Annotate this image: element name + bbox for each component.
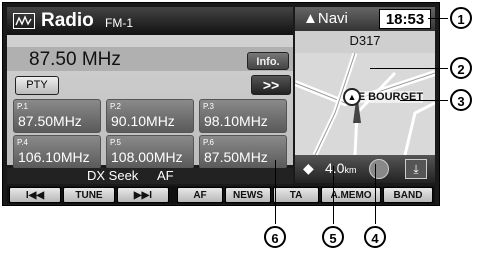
callout-4: 4 — [364, 226, 386, 248]
seek-back-button[interactable]: I◀◀ — [9, 187, 61, 203]
tune-button[interactable]: TUNE — [63, 187, 115, 203]
callout-5: 5 — [322, 226, 344, 248]
navi-arrow-icon: ▲ — [303, 10, 318, 27]
band-button[interactable]: BAND — [383, 187, 433, 203]
preset-button-2[interactable]: P.2 90.10MHz — [106, 99, 194, 133]
navi-title: ▲Navi — [303, 10, 348, 27]
preset-number: P.3 — [203, 102, 214, 111]
callout-line — [400, 100, 448, 101]
af-status: AF — [157, 168, 174, 183]
preset-number: P.4 — [17, 138, 28, 147]
preset-frequency: 87.50MHz — [18, 113, 82, 129]
seek-status-bar: DX Seek AF — [7, 168, 293, 184]
softkey-bar: I◀◀ TUNE ▶▶I AF NEWS TA A.MEMO BAND — [7, 186, 435, 204]
callout-6: 6 — [264, 226, 286, 248]
current-frequency: 87.50 MHz — [29, 49, 121, 70]
seek-mode: DX Seek — [87, 168, 139, 183]
next-page-button[interactable]: >> — [251, 75, 291, 95]
clock: 18:53 — [379, 9, 431, 29]
preset-number: P.2 — [110, 102, 121, 111]
preset-button-5[interactable]: P.5 108.00MHz — [106, 135, 194, 169]
distance-readout: 4.0km — [325, 160, 357, 176]
preset-button-4[interactable]: P.4 106.10MHz — [13, 135, 101, 169]
preset-number: P.6 — [203, 138, 214, 147]
preset-number: P.1 — [17, 102, 28, 111]
navi-footer: ◆ 4.0km ⤓ — [295, 155, 435, 183]
preset-frequency: 108.00MHz — [111, 149, 183, 165]
news-button[interactable]: NEWS — [225, 187, 271, 203]
callout-line — [428, 18, 448, 19]
callout-line — [275, 160, 276, 224]
preset-button-3[interactable]: P.3 98.10MHz — [199, 99, 287, 133]
info-button[interactable]: Info. — [247, 52, 289, 70]
place-name: LE BOURGET — [351, 91, 424, 103]
callout-line — [333, 166, 334, 224]
preset-frequency: 106.10MHz — [18, 149, 90, 165]
preset-frequency: 87.50MHz — [204, 149, 268, 165]
pty-button[interactable]: PTY — [15, 76, 59, 95]
callout-2: 2 — [450, 57, 472, 79]
compass-icon[interactable] — [369, 159, 389, 179]
download-icon[interactable]: ⤓ — [405, 159, 427, 179]
preset-frequency: 98.10MHz — [204, 113, 268, 129]
amemo-button[interactable]: A.MEMO — [321, 187, 381, 203]
frequency-bar: 87.50 MHz Info. — [7, 47, 293, 71]
radio-header: Radio FM-1 — [7, 7, 293, 35]
radio-panel: Radio FM-1 87.50 MHz Info. PTY >> P.1 87… — [7, 7, 293, 169]
preset-button-6[interactable]: P.6 87.50MHz — [199, 135, 287, 169]
radio-icon — [13, 13, 35, 29]
ta-button[interactable]: TA — [273, 187, 319, 203]
seek-forward-button[interactable]: ▶▶I — [117, 187, 169, 203]
radio-title: Radio — [41, 10, 94, 31]
vehicle-position-icon: ▲ — [343, 88, 361, 106]
callout-1: 1 — [450, 7, 472, 29]
preset-number: P.5 — [110, 138, 121, 147]
callout-line — [370, 68, 448, 69]
navi-header: ▲Navi 18:53 — [295, 7, 435, 31]
callout-line — [375, 164, 376, 224]
preset-button-1[interactable]: P.1 87.50MHz — [13, 99, 101, 133]
af-button[interactable]: AF — [177, 187, 223, 203]
navi-panel[interactable]: ▲Navi 18:53 D317 LE BOURGET ▲ ◆ 4.0km ⤓ — [295, 7, 435, 183]
next-turn-icon: ◆ — [303, 160, 314, 176]
radio-band: FM-1 — [105, 16, 133, 30]
preset-frequency: 90.10MHz — [111, 113, 175, 129]
road-name: D317 — [349, 33, 381, 48]
callout-3: 3 — [450, 89, 472, 111]
